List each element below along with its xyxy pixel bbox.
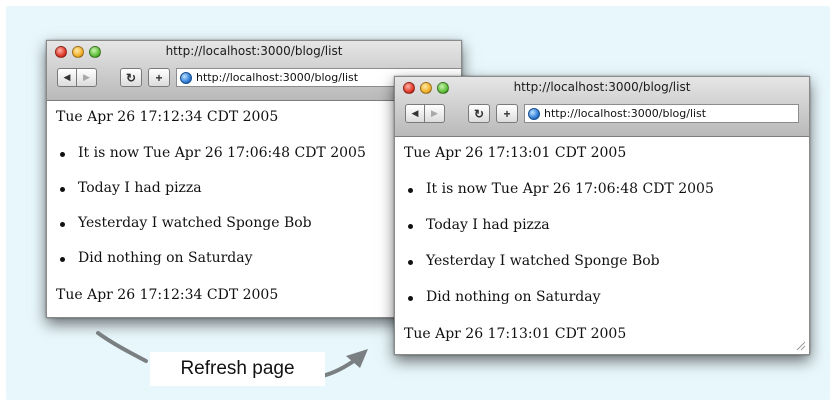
reload-icon: ↻ — [125, 70, 137, 85]
back-button[interactable]: ◀ — [405, 104, 425, 123]
window-title: http://localhost:3000/blog/list — [513, 80, 691, 94]
timestamp-bottom: Tue Apr 26 17:12:34 CDT 2005 — [56, 287, 279, 303]
list-item: Did nothing on Saturday — [60, 250, 253, 266]
forward-arrow-icon: ▶ — [431, 108, 438, 118]
page-content: Tue Apr 26 17:13:01 CDT 2005 It is now T… — [395, 137, 809, 354]
list-item: Today I had pizza — [60, 180, 202, 196]
reload-button[interactable]: ↻ — [120, 68, 142, 87]
address-text: http://localhost:3000/blog/list — [196, 71, 359, 84]
browser-toolbar: http://localhost:3000/blog/list ◀ ▶ ↻ + … — [395, 77, 809, 137]
forward-button[interactable]: ▶ — [425, 104, 445, 123]
add-bookmark-button[interactable]: + — [496, 104, 518, 123]
address-bar[interactable]: http://localhost:3000/blog/list — [524, 104, 799, 123]
list-item: Today I had pizza — [408, 217, 550, 233]
reload-icon: ↻ — [473, 106, 485, 121]
address-text: http://localhost:3000/blog/list — [544, 107, 707, 120]
browser-window-after: http://localhost:3000/blog/list ◀ ▶ ↻ + … — [394, 76, 810, 355]
reload-button[interactable]: ↻ — [468, 104, 490, 123]
plus-icon: + — [155, 70, 163, 85]
globe-icon — [528, 107, 540, 120]
back-arrow-icon: ◀ — [63, 72, 71, 82]
plus-icon: + — [503, 106, 511, 121]
back-button[interactable]: ◀ — [57, 68, 77, 87]
history-buttons: ◀ ▶ — [405, 104, 445, 123]
back-arrow-icon: ◀ — [411, 108, 419, 118]
forward-arrow-icon: ▶ — [83, 72, 90, 82]
list-item: Yesterday I watched Sponge Bob — [60, 215, 312, 231]
timestamp-top: Tue Apr 26 17:13:01 CDT 2005 — [404, 145, 627, 161]
history-buttons: ◀ ▶ — [57, 68, 97, 87]
list-item: It is now Tue Apr 26 17:06:48 CDT 2005 — [408, 181, 714, 197]
resize-grip-icon[interactable] — [795, 340, 806, 351]
timestamp-top: Tue Apr 26 17:12:34 CDT 2005 — [56, 109, 279, 125]
list-item: It is now Tue Apr 26 17:06:48 CDT 2005 — [60, 145, 366, 161]
window-title: http://localhost:3000/blog/list — [165, 44, 343, 58]
list-item: Yesterday I watched Sponge Bob — [408, 253, 660, 269]
forward-button[interactable]: ▶ — [77, 68, 97, 87]
globe-icon — [180, 71, 192, 84]
timestamp-bottom: Tue Apr 26 17:13:01 CDT 2005 — [404, 326, 627, 342]
refresh-caption: Refresh page — [150, 352, 325, 386]
add-bookmark-button[interactable]: + — [148, 68, 170, 87]
list-item: Did nothing on Saturday — [408, 289, 601, 305]
